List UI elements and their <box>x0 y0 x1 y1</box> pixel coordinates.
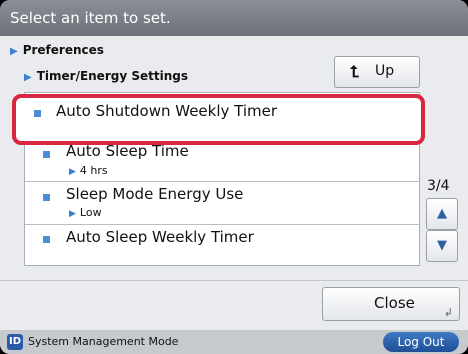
triangle-right-icon: ▶ <box>10 46 18 57</box>
bullet-icon <box>43 194 50 201</box>
id-icon: ID <box>7 334 23 350</box>
list-item[interactable]: Auto Sleep Time ▶ 4 hrs <box>25 140 419 182</box>
mode-text: System Management Mode <box>28 335 179 348</box>
list-item-label: Auto Shutdown Weekly Timer <box>56 102 278 120</box>
page-indicator: 3/4 <box>427 178 450 194</box>
list-item-value: ▶ Low <box>69 206 102 219</box>
return-corner-icon: ↲ <box>443 306 453 319</box>
triangle-right-icon: ▶ <box>69 209 76 219</box>
scroll-down-button[interactable]: ▼ <box>426 230 458 262</box>
triangle-right-icon: ▶ <box>69 167 76 177</box>
breadcrumb-level2: ▶ Timer/Energy Settings <box>24 69 188 83</box>
bullet-icon <box>34 110 41 117</box>
selected-list-item[interactable]: Auto Shutdown Weekly Timer <box>12 94 425 145</box>
breadcrumb-level1-label: Preferences <box>22 43 104 57</box>
triangle-up-icon: ▲ <box>437 206 447 221</box>
close-button[interactable]: Close ↲ <box>322 287 460 321</box>
up-button[interactable]: ⮤ Up <box>334 56 420 88</box>
triangle-down-icon: ▼ <box>437 238 447 253</box>
divider <box>0 280 468 281</box>
triangle-right-icon: ▶ <box>24 72 32 83</box>
breadcrumb-level1: ▶ Preferences <box>10 43 104 57</box>
up-return-arrow-icon: ⮤ <box>350 62 360 81</box>
scroll-up-button[interactable]: ▲ <box>426 198 458 230</box>
screen-title: Select an item to set. <box>10 9 171 27</box>
list-item[interactable]: Sleep Mode Energy Use ▶ Low <box>25 182 419 225</box>
bullet-icon <box>43 151 50 158</box>
logout-button[interactable]: Log Out <box>383 332 459 352</box>
list-item-value-text: Low <box>79 206 102 219</box>
list-item-label: Sleep Mode Energy Use <box>66 185 244 203</box>
list-item[interactable]: Auto Sleep Weekly Timer <box>25 225 419 265</box>
close-button-label: Close <box>374 294 415 312</box>
breadcrumb-level2-label: Timer/Energy Settings <box>36 69 188 83</box>
list-item-value: ▶ 4 hrs <box>69 164 108 177</box>
list-item-value-text: 4 hrs <box>79 164 108 177</box>
list-item-label: Auto Sleep Weekly Timer <box>66 228 254 246</box>
title-bar: Select an item to set. <box>0 0 468 36</box>
panel-frame: Select an item to set. ▶ Preferences ▶ Tim… <box>0 0 468 354</box>
bullet-icon <box>43 236 50 243</box>
up-button-label: Up <box>375 63 395 79</box>
